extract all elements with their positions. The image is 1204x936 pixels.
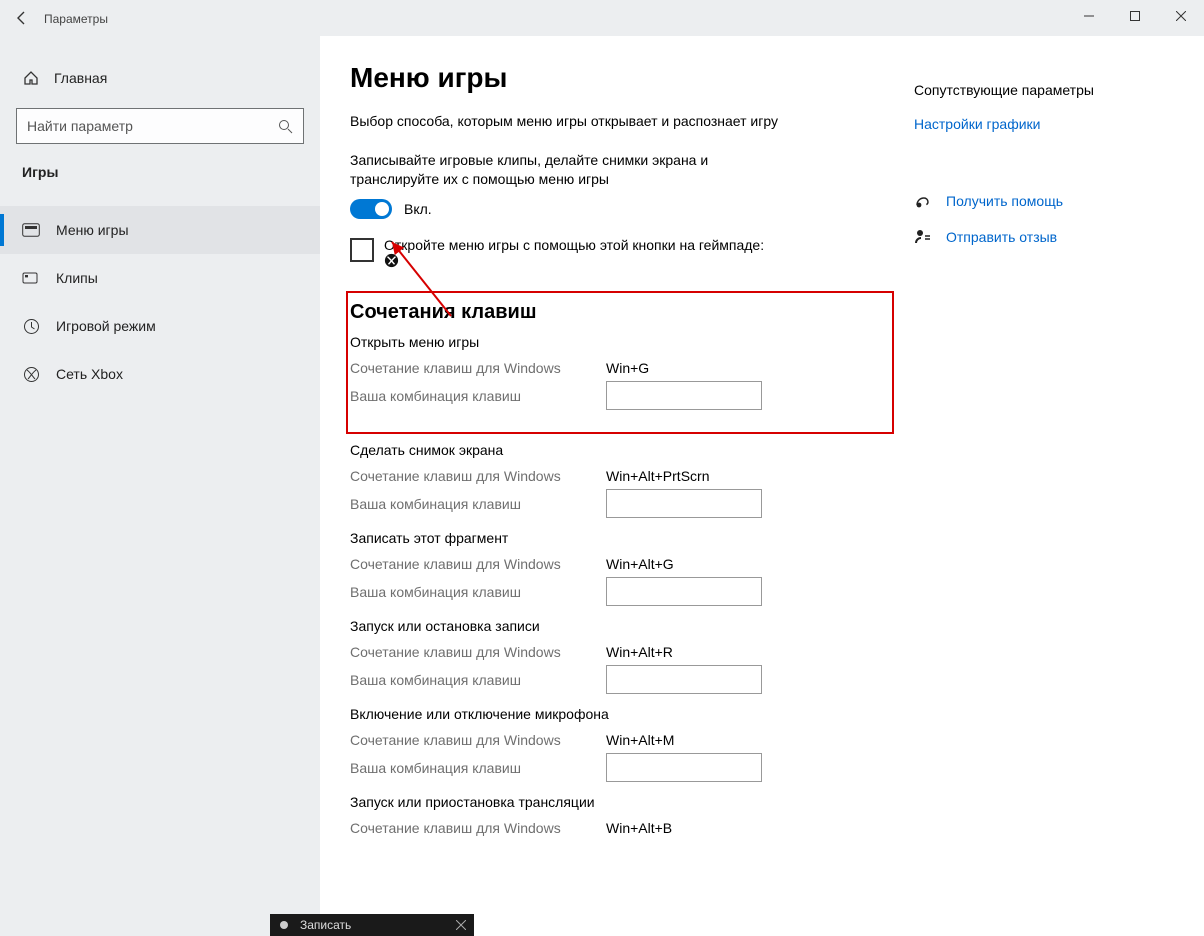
highlight-box: Сочетания клавиш Открыть меню игры Сочет… — [346, 291, 894, 434]
gamemode-icon — [22, 318, 40, 335]
minimize-icon — [1084, 11, 1094, 21]
shortcut-win-label: Сочетание клавиш для Windows — [350, 644, 606, 660]
related-aside: Сопутствующие параметры Настройки график… — [914, 54, 1174, 906]
page-heading: Меню игры — [350, 62, 894, 94]
record-text: Записать — [300, 918, 351, 932]
shortcut-win-label: Сочетание клавиш для Windows — [350, 360, 606, 376]
shortcut-title: Запуск или остановка записи — [350, 618, 894, 634]
shortcut-block-2: Записать этот фрагмент Сочетание клавиш … — [350, 530, 894, 606]
shortcut-custom-label: Ваша комбинация клавиш — [350, 760, 606, 776]
window-close-button[interactable] — [1158, 0, 1204, 32]
page-intro: Выбор способа, которым меню игры открыва… — [350, 112, 790, 131]
help-icon — [914, 192, 932, 210]
shortcut-win-value: Win+Alt+G — [606, 556, 674, 572]
shortcut-custom-label: Ваша комбинация клавиш — [350, 388, 606, 404]
shortcut-custom-label: Ваша комбинация клавиш — [350, 496, 606, 512]
shortcut-title: Открыть меню игры — [350, 334, 882, 350]
sidebar-item-label: Сеть Xbox — [56, 366, 123, 382]
window-title: Параметры — [44, 10, 108, 26]
shortcut-win-label: Сочетание клавиш для Windows — [350, 468, 606, 484]
shortcut-custom-input[interactable] — [606, 577, 762, 606]
shortcut-title: Запуск или приостановка трансляции — [350, 794, 894, 810]
get-help-link[interactable]: Получить помощь — [946, 193, 1063, 209]
shortcut-custom-label: Ваша комбинация клавиш — [350, 584, 606, 600]
sidebar-item-game-mode[interactable]: Игровой режим — [0, 302, 320, 350]
shortcut-win-value: Win+Alt+R — [606, 644, 673, 660]
nav-home-label: Главная — [54, 70, 107, 86]
shortcut-title: Записать этот фрагмент — [350, 530, 894, 546]
arrow-left-icon — [15, 11, 29, 25]
graphics-settings-link[interactable]: Настройки графики — [914, 116, 1041, 132]
shortcut-title: Включение или отключение микрофона — [350, 706, 894, 722]
search-input[interactable]: Найти параметр — [16, 108, 304, 144]
gamebar-icon — [22, 223, 40, 237]
shortcut-custom-label: Ваша комбинация клавиш — [350, 672, 606, 688]
shortcut-win-label: Сочетание клавиш для Windows — [350, 820, 606, 836]
sidebar-item-game-bar[interactable]: Меню игры — [0, 206, 320, 254]
game-bar-toggle[interactable] — [350, 199, 392, 219]
shortcut-block-3: Запуск или остановка записи Сочетание кл… — [350, 618, 894, 694]
shortcut-win-value: Win+Alt+M — [606, 732, 674, 748]
shortcut-custom-input[interactable] — [606, 753, 762, 782]
gamepad-checkbox-label: Откройте меню игры с помощью этой кнопки… — [384, 237, 764, 269]
shortcut-custom-input[interactable] — [606, 489, 762, 518]
sidebar-item-clips[interactable]: Клипы — [0, 254, 320, 302]
clips-icon — [22, 271, 40, 285]
shortcuts-heading: Сочетания клавиш — [350, 301, 882, 324]
system-bar-fragment: Записать — [270, 914, 474, 936]
related-heading: Сопутствующие параметры — [914, 82, 1174, 98]
sidebar-category: Игры — [0, 158, 320, 188]
shortcut-block-4: Включение или отключение микрофона Сочет… — [350, 706, 894, 782]
shortcut-win-value: Win+G — [606, 360, 649, 376]
xbox-icon — [22, 366, 40, 383]
sidebar-item-label: Игровой режим — [56, 318, 156, 334]
sidebar-item-label: Клипы — [56, 270, 98, 286]
shortcut-win-label: Сочетание клавиш для Windows — [350, 556, 606, 572]
back-button[interactable] — [0, 11, 44, 25]
search-icon — [278, 119, 293, 134]
main-content: Меню игры Выбор способа, которым меню иг… — [350, 54, 894, 906]
nav-home[interactable]: Главная — [0, 58, 320, 98]
feedback-icon — [914, 228, 932, 246]
maximize-icon — [1130, 11, 1140, 21]
shortcut-custom-input[interactable] — [606, 381, 762, 410]
window-minimize-button[interactable] — [1066, 0, 1112, 32]
sysbar-close-icon[interactable] — [456, 920, 466, 930]
home-icon — [22, 70, 40, 86]
gamepad-checkbox[interactable] — [350, 238, 374, 262]
window-maximize-button[interactable] — [1112, 0, 1158, 32]
shortcut-block-0: Открыть меню игры Сочетание клавиш для W… — [350, 334, 882, 410]
toggle-label: Вкл. — [404, 201, 432, 217]
record-indicator-icon — [278, 919, 290, 931]
shortcut-win-value: Win+Alt+PrtScrn — [606, 468, 709, 484]
shortcut-block-1: Сделать снимок экрана Сочетание клавиш д… — [350, 442, 894, 518]
search-placeholder: Найти параметр — [27, 118, 133, 134]
titlebar: Параметры — [0, 0, 1204, 36]
record-description: Записывайте игровые клипы, делайте снимк… — [350, 151, 790, 189]
xbox-button-icon — [384, 253, 399, 268]
shortcut-win-label: Сочетание клавиш для Windows — [350, 732, 606, 748]
shortcut-custom-input[interactable] — [606, 665, 762, 694]
close-icon — [1176, 11, 1186, 21]
shortcut-block-5: Запуск или приостановка трансляции Сочет… — [350, 794, 894, 842]
shortcut-title: Сделать снимок экрана — [350, 442, 894, 458]
sidebar: Главная Найти параметр Игры Меню игры — [0, 36, 320, 936]
shortcut-win-value: Win+Alt+B — [606, 820, 672, 836]
send-feedback-link[interactable]: Отправить отзыв — [946, 229, 1057, 245]
sidebar-item-label: Меню игры — [56, 222, 129, 238]
sidebar-item-xbox-network[interactable]: Сеть Xbox — [0, 350, 320, 398]
